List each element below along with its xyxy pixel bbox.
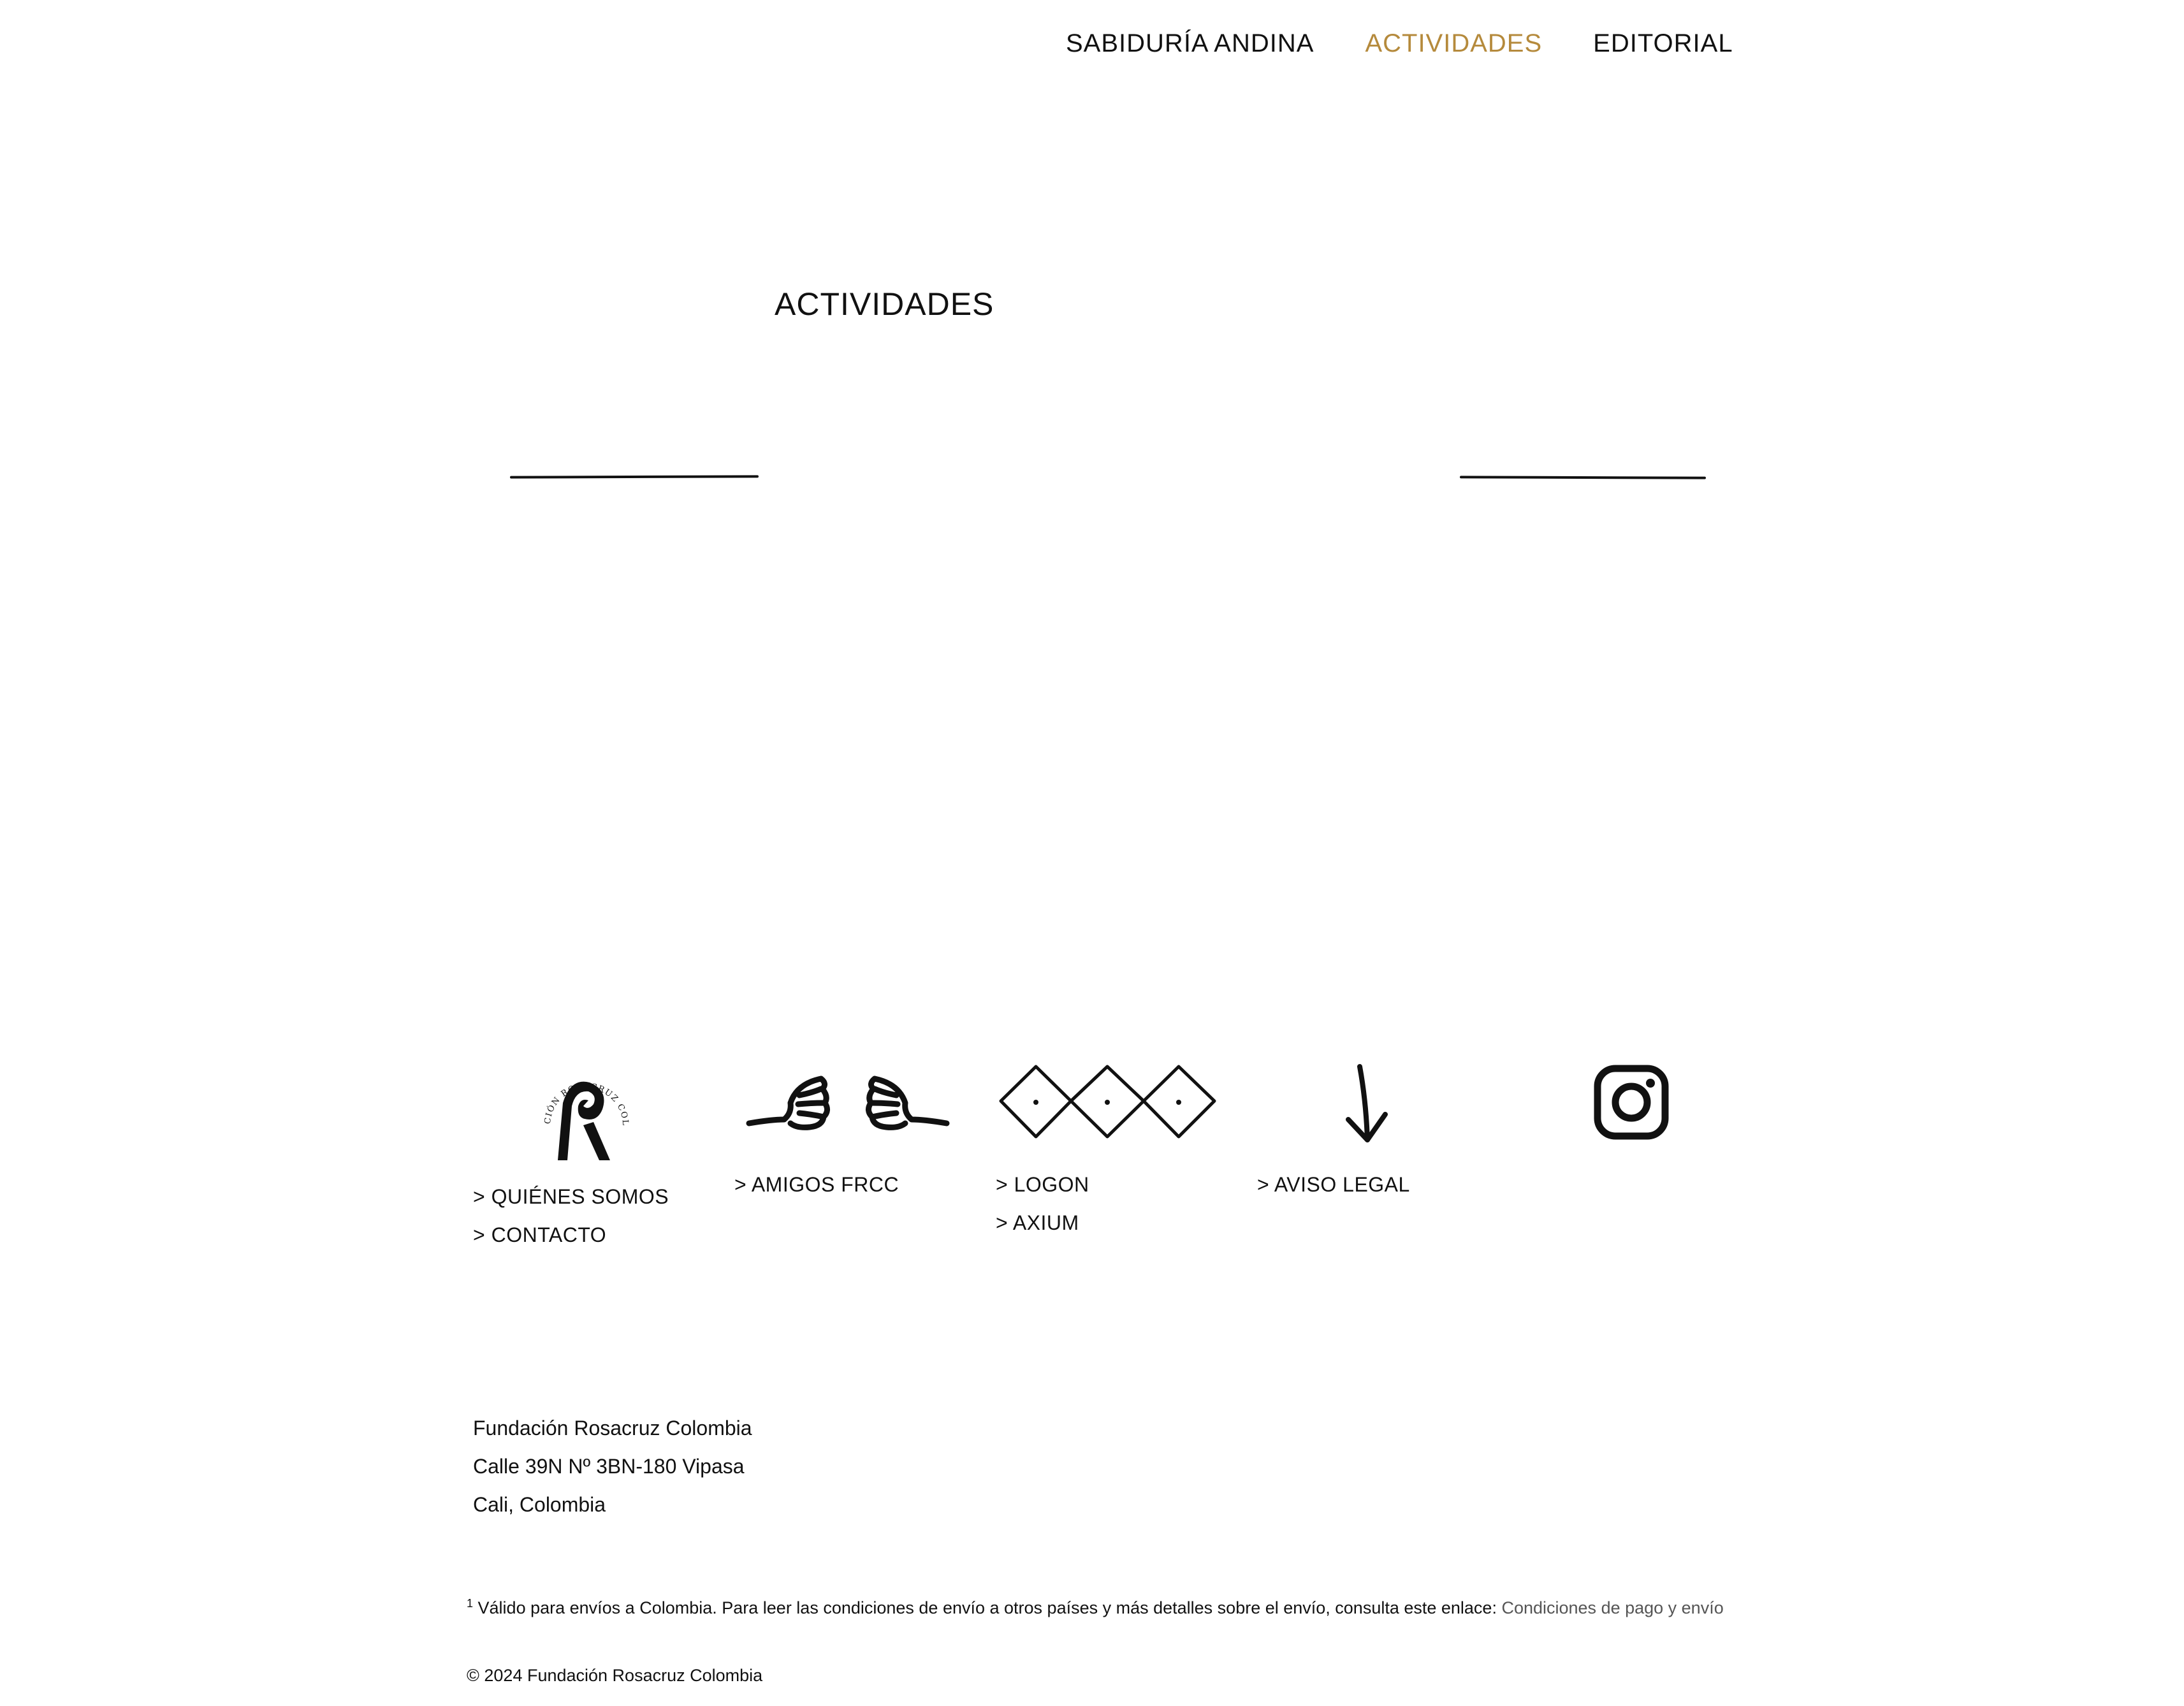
instagram-icon[interactable]	[1594, 1065, 1669, 1140]
diamonds-icon[interactable]	[998, 1061, 1218, 1141]
address-line-2: Calle 39N Nº 3BN-180 Vipasa	[473, 1455, 745, 1478]
address-line-1: Fundación Rosacruz Colombia	[473, 1417, 752, 1440]
nav-editorial[interactable]: EDITORIAL	[1593, 29, 1733, 58]
main-nav: SABIDURÍA ANDINA ACTIVIDADES EDITORIAL	[1066, 29, 1733, 58]
hands-icon[interactable]	[746, 1065, 950, 1141]
link-amigos-frcc[interactable]: > AMIGOS FRCC	[734, 1173, 899, 1197]
shipping-conditions-link[interactable]: Condiciones de pago y envío	[1501, 1598, 1723, 1617]
link-logon[interactable]: > LOGON	[996, 1173, 1089, 1197]
nav-actividades[interactable]: ACTIVIDADES	[1365, 29, 1542, 58]
footnote-marker: 1	[467, 1597, 474, 1610]
shipping-note-text: Válido para envíos a Colombia. Para leer…	[477, 1598, 1497, 1617]
link-contacto[interactable]: > CONTACTO	[473, 1223, 606, 1247]
arrow-down-icon[interactable]	[1342, 1063, 1393, 1146]
divider-left	[509, 475, 759, 479]
link-aviso-legal[interactable]: > AVISO LEGAL	[1257, 1173, 1410, 1197]
rosacruz-logo-icon[interactable]: FUNDACIÓN ROSACRUZ COLOMBIA	[539, 1058, 634, 1167]
address-line-3: Cali, Colombia	[473, 1493, 606, 1516]
link-quienes-somos[interactable]: > QUIÉNES SOMOS	[473, 1185, 669, 1209]
nav-sabiduria-andina[interactable]: SABIDURÍA ANDINA	[1066, 29, 1314, 58]
divider-right	[1459, 476, 1707, 479]
copyright: © 2024 Fundación Rosacruz Colombia	[467, 1666, 763, 1685]
link-axium[interactable]: > AXIUM	[996, 1211, 1079, 1235]
shipping-note: 1 Válido para envíos a Colombia. Para le…	[467, 1597, 1724, 1618]
page-title: ACTIVIDADES	[775, 286, 994, 322]
